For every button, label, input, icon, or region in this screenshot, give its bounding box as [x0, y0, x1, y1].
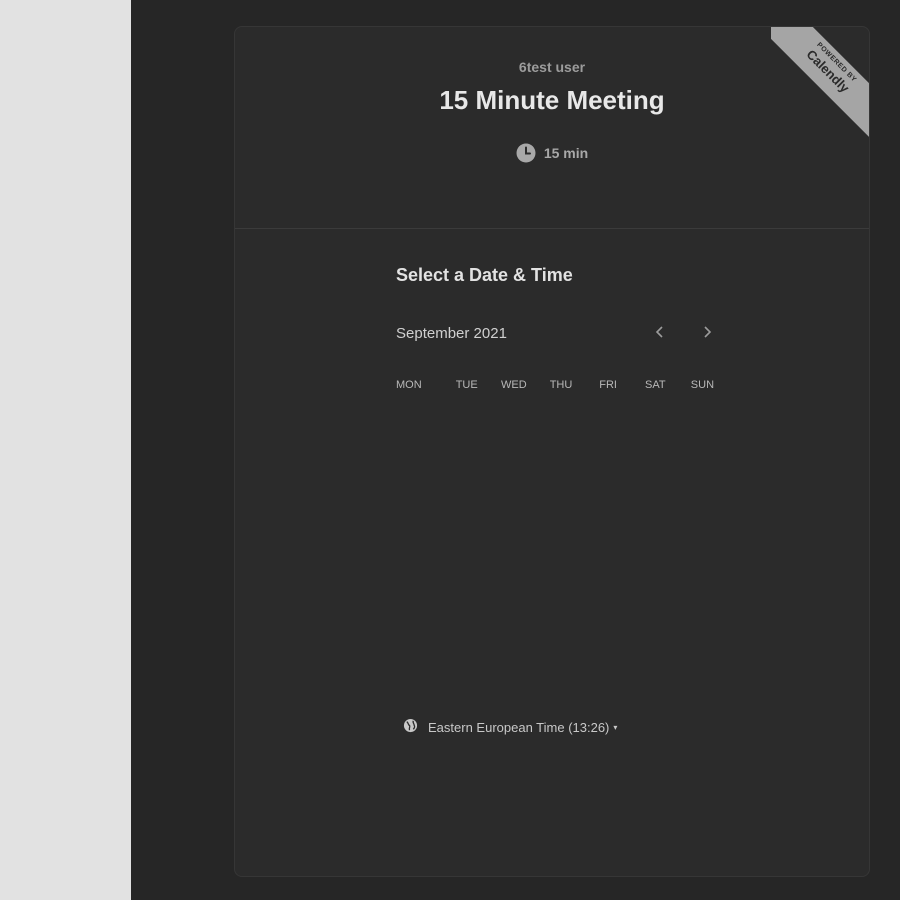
- weekday-header: MON TUE WED THU FRI SAT SUN: [396, 379, 726, 391]
- next-month-button[interactable]: [696, 323, 718, 345]
- section-title: Select a Date & Time: [396, 265, 573, 285]
- clock-icon: [516, 143, 536, 163]
- weekday-mon: MON: [396, 379, 422, 391]
- weekday-wed: WED: [501, 379, 527, 391]
- weekday-sat: SAT: [644, 379, 666, 391]
- event-duration: 15 min: [235, 143, 869, 163]
- dropdown-caret-icon: ▾: [613, 722, 618, 732]
- booking-card: 6test user 15 Minute Meeting 15 min POWE…: [234, 26, 870, 877]
- timezone-label: Eastern European Time (13:26): [428, 719, 610, 735]
- chevron-left-icon: [654, 325, 666, 344]
- duration-label: 15 min: [543, 145, 589, 161]
- page-background: [0, 0, 131, 900]
- powered-by-badge[interactable]: POWERED BY Calendly: [771, 27, 869, 137]
- timezone-selector[interactable]: Eastern European Time (13:26) ▾: [403, 718, 617, 736]
- globe-icon: [403, 718, 418, 736]
- weekday-tue: TUE: [455, 379, 478, 391]
- previous-month-button[interactable]: [649, 323, 671, 345]
- chevron-right-icon: [701, 325, 713, 344]
- weekday-thu: THU: [549, 379, 573, 391]
- month-label: September 2021: [396, 325, 507, 342]
- weekday-fri: FRI: [599, 379, 617, 391]
- weekday-sun: SUN: [690, 379, 715, 391]
